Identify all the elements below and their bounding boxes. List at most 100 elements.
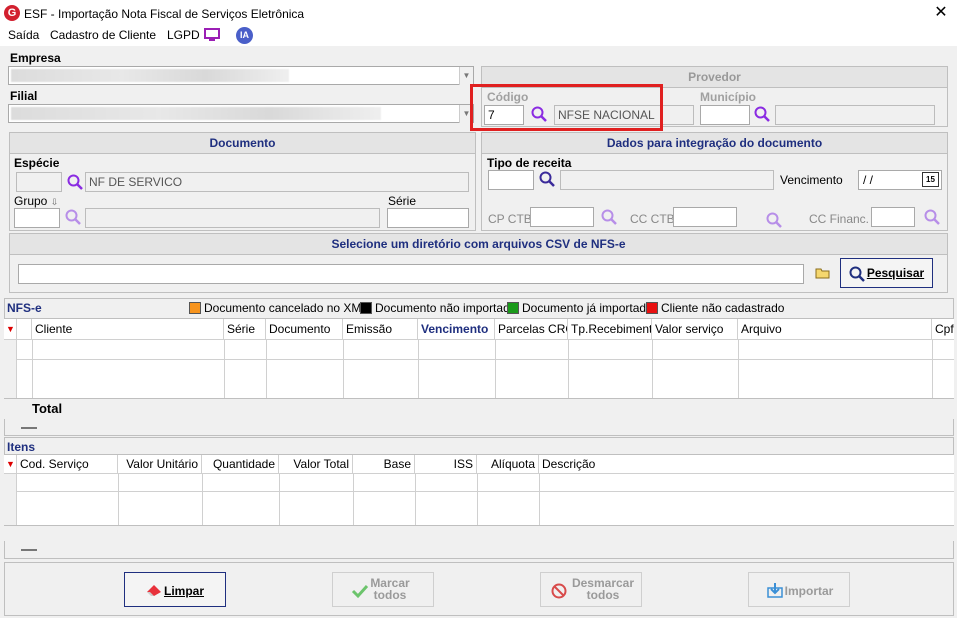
search-icon bbox=[849, 266, 865, 282]
col-cpf[interactable]: Cpf. bbox=[932, 319, 954, 339]
nfse-total-row: Total bbox=[4, 398, 954, 419]
col-base[interactable]: Base bbox=[353, 455, 415, 473]
checkmark-icon bbox=[351, 584, 369, 599]
row-indicator bbox=[4, 474, 17, 525]
tipo-receita-input[interactable] bbox=[488, 170, 534, 190]
col-valor-servico[interactable]: Valor serviço bbox=[652, 319, 738, 339]
sort-triangle-icon[interactable]: ▼ bbox=[4, 319, 17, 339]
nfse-grid[interactable]: ▼ Cliente Série Documento Emissão Vencim… bbox=[4, 318, 954, 419]
itens-title: Itens bbox=[7, 440, 36, 454]
col-descricao[interactable]: Descrição bbox=[539, 455, 954, 473]
col-valor-total[interactable]: Valor Total bbox=[279, 455, 353, 473]
pin-icon: ⇩ bbox=[50, 197, 59, 207]
marcar-todos-button[interactable]: Marcar todos bbox=[332, 572, 434, 607]
empresa-label: Empresa bbox=[10, 51, 61, 65]
search-icon[interactable] bbox=[766, 212, 782, 231]
col-tp-recebimento[interactable]: Tp.Recebimento bbox=[568, 319, 652, 339]
col-quantidade[interactable]: Quantidade bbox=[202, 455, 279, 473]
filial-label: Filial bbox=[10, 89, 38, 103]
vencimento-value: / / bbox=[863, 173, 874, 187]
search-icon[interactable] bbox=[539, 171, 555, 190]
highlight-box bbox=[470, 84, 663, 131]
legend-cliente-nao-cadastrado: Cliente não cadastrado bbox=[661, 301, 785, 315]
menu-cadastro-cliente[interactable]: Cadastro de Cliente bbox=[50, 28, 156, 42]
itens-total-row bbox=[4, 525, 954, 541]
col-documento[interactable]: Documento bbox=[266, 319, 343, 339]
municipio-label: Município bbox=[700, 90, 756, 104]
importar-label: Importar bbox=[784, 584, 834, 598]
pesquisar-button[interactable]: Pesquisar bbox=[840, 258, 933, 288]
col-emissao[interactable]: Emissão bbox=[343, 319, 418, 339]
integracao-header: Dados para integração do documento bbox=[482, 133, 947, 154]
close-icon[interactable]: ✕ bbox=[930, 3, 952, 23]
no-entry-icon bbox=[551, 583, 567, 599]
menu-lgpd[interactable]: LGPD bbox=[167, 28, 200, 42]
especie-code-input[interactable] bbox=[16, 172, 62, 192]
legend-ja-importado: Documento já importado bbox=[522, 301, 653, 315]
empresa-combo[interactable]: ▼ bbox=[8, 66, 474, 85]
col-serie[interactable]: Série bbox=[224, 319, 266, 339]
nfse-title: NFS-e bbox=[7, 301, 42, 315]
municipio-input[interactable] bbox=[700, 105, 750, 125]
col-aliquota[interactable]: Alíquota bbox=[477, 455, 539, 473]
serie-input[interactable] bbox=[387, 208, 469, 228]
diretorio-input[interactable] bbox=[18, 264, 804, 284]
menu-saida[interactable]: Saída bbox=[8, 28, 39, 42]
grupo-name-field bbox=[85, 208, 380, 228]
especie-value: NF DE SERVICO bbox=[89, 175, 183, 189]
legend-swatch-green bbox=[507, 302, 519, 314]
col-valor-unitario[interactable]: Valor Unitário bbox=[118, 455, 202, 473]
municipio-name-field bbox=[775, 105, 935, 125]
col-cod-servico[interactable]: Cod. Serviço bbox=[17, 455, 118, 473]
chevron-down-icon[interactable]: ▼ bbox=[459, 67, 473, 85]
cc-ctb-input[interactable] bbox=[673, 207, 737, 227]
calendar-icon[interactable]: 15 bbox=[922, 172, 939, 187]
itens-grid-header: ▼ Cod. Serviço Valor Unitário Quantidade… bbox=[4, 455, 954, 474]
cp-ctb-label: CP CTB bbox=[488, 212, 532, 226]
itens-grid[interactable]: ▼ Cod. Serviço Valor Unitário Quantidade… bbox=[4, 454, 954, 541]
sort-triangle-icon[interactable]: ▼ bbox=[4, 455, 17, 473]
cc-ctb-label: CC CTB bbox=[630, 212, 675, 226]
col-arquivo[interactable]: Arquivo bbox=[738, 319, 932, 339]
app-logo-icon: G bbox=[4, 5, 20, 21]
col-parcelas-crc[interactable]: Parcelas CRC bbox=[495, 319, 568, 339]
vencimento-label: Vencimento bbox=[780, 173, 843, 187]
search-icon[interactable] bbox=[67, 174, 83, 193]
desmarcar-todos-button[interactable]: Desmarcar todos bbox=[540, 572, 642, 607]
col-vencimento[interactable]: Vencimento bbox=[418, 319, 495, 339]
row-indicator bbox=[4, 340, 17, 398]
search-icon[interactable] bbox=[924, 209, 940, 228]
desmarcar-label-2: todos bbox=[586, 588, 620, 602]
diretorio-header: Selecione um diretório com arquivos CSV … bbox=[10, 234, 947, 255]
eraser-icon bbox=[147, 585, 161, 596]
cp-ctb-input[interactable] bbox=[530, 207, 594, 227]
col-cliente[interactable]: Cliente bbox=[32, 319, 224, 339]
search-icon[interactable] bbox=[601, 209, 617, 228]
window-title: ESF - Importação Nota Fiscal de Serviços… bbox=[24, 7, 305, 21]
monitor-icon[interactable] bbox=[204, 28, 220, 42]
legend-swatch-red bbox=[646, 302, 658, 314]
legend-cancelado: Documento cancelado no XML bbox=[204, 301, 369, 315]
diretorio-group: Selecione um diretório com arquivos CSV … bbox=[9, 233, 948, 293]
tipo-receita-name-field bbox=[560, 170, 774, 190]
legend-swatch-orange bbox=[189, 302, 201, 314]
legend-nao-importado: Documento não importado bbox=[375, 301, 517, 315]
cc-financ-input[interactable] bbox=[871, 207, 915, 227]
splitter-handle[interactable] bbox=[21, 427, 37, 429]
folder-icon[interactable] bbox=[815, 266, 831, 283]
search-icon[interactable] bbox=[65, 209, 81, 228]
col-iss[interactable]: ISS bbox=[415, 455, 477, 473]
grupo-input[interactable] bbox=[14, 208, 60, 228]
especie-name-field: NF DE SERVICO bbox=[85, 172, 469, 192]
grupo-label: Grupo ⇩ bbox=[14, 194, 59, 208]
filial-combo[interactable]: ▼ bbox=[8, 104, 474, 123]
legend-swatch-black bbox=[360, 302, 372, 314]
limpar-label: Limpar bbox=[163, 584, 204, 598]
limpar-button[interactable]: Limpar bbox=[124, 572, 226, 607]
tipo-receita-label: Tipo de receita bbox=[487, 156, 572, 170]
search-icon[interactable] bbox=[754, 106, 770, 125]
total-label: Total bbox=[32, 401, 63, 416]
splitter-handle[interactable] bbox=[21, 549, 37, 551]
importar-button[interactable]: Importar bbox=[748, 572, 850, 607]
ia-button[interactable]: IA bbox=[236, 27, 253, 44]
